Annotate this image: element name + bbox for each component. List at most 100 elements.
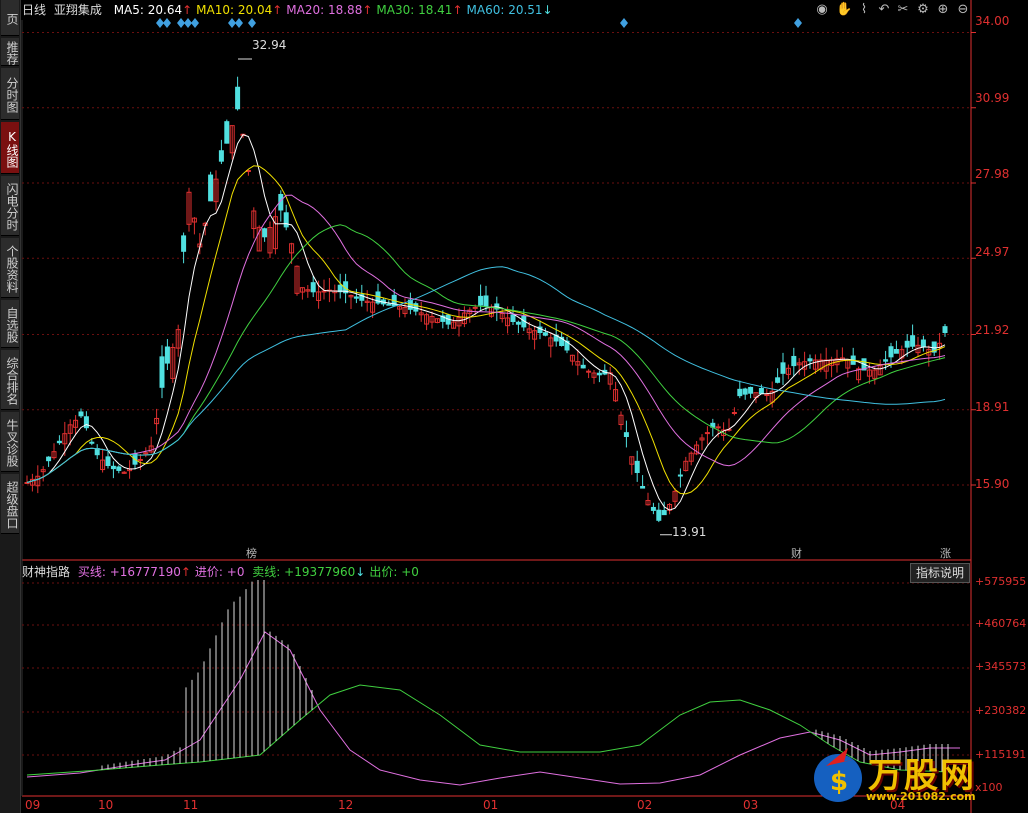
signal-diamond-icon xyxy=(248,18,256,28)
month-label: 11 xyxy=(183,798,199,812)
signal-diamond-icon xyxy=(235,18,243,28)
candle-up xyxy=(731,412,737,414)
candle-down xyxy=(164,346,170,364)
signal-diamond-icon xyxy=(163,18,171,28)
price-tick-label: 21.92 xyxy=(975,323,1010,337)
candle-down xyxy=(310,282,316,293)
candle-up xyxy=(321,290,327,293)
candle-down xyxy=(920,339,926,348)
indicator-tick-label: +575955 xyxy=(975,575,1027,588)
month-label: 10 xyxy=(98,798,114,812)
indicator-header: 财神指路 买线: +16777190↑ 进价: +0 卖线: +19377960↓… xyxy=(22,563,423,581)
candle-down xyxy=(181,235,187,252)
candle-down xyxy=(661,510,667,516)
candle-down xyxy=(515,321,521,325)
sell-line-arrow: ↓ xyxy=(355,565,366,579)
buy-line-arrow: ↑ xyxy=(180,565,191,579)
candle-down xyxy=(580,364,586,369)
candle-down xyxy=(235,86,241,110)
low-price-label: 13.91 xyxy=(672,525,707,539)
month-label: 09 xyxy=(25,798,41,812)
buy-line-value: 买线: +16777190 xyxy=(77,565,181,579)
candle-down xyxy=(791,355,797,367)
candle-down xyxy=(83,416,89,429)
price-tick-label: 18.91 xyxy=(975,400,1010,414)
candle-down xyxy=(677,474,683,477)
candle-down xyxy=(737,388,743,397)
candle-down xyxy=(904,340,910,348)
indicator-tick-label: +230382 xyxy=(975,704,1027,717)
price-tick-label: 24.97 xyxy=(975,245,1010,259)
signal-diamond-icon xyxy=(228,18,236,28)
candle-down xyxy=(262,228,268,238)
ma10-line xyxy=(26,165,946,495)
candle-down xyxy=(910,335,916,347)
candle-down xyxy=(208,174,214,202)
candle-down xyxy=(807,358,813,362)
price-tick-label: 15.90 xyxy=(975,477,1010,491)
candle-down xyxy=(46,456,52,462)
candle-down xyxy=(56,440,62,444)
candle-up xyxy=(704,432,710,435)
candle-up xyxy=(715,426,721,429)
candle-down xyxy=(224,121,230,144)
candle-down xyxy=(483,295,489,307)
candle-down xyxy=(510,314,516,323)
candle-down xyxy=(110,465,116,470)
candle-down xyxy=(650,506,656,511)
month-label: 02 xyxy=(637,798,653,812)
price-tick-label: 34.00 xyxy=(975,14,1010,28)
kline-chart[interactable] xyxy=(0,0,1028,813)
ma30-line xyxy=(26,224,946,483)
candle-up xyxy=(24,482,30,484)
candle-down xyxy=(893,349,899,354)
candle-down xyxy=(116,466,122,471)
event-tag-list[interactable]: 榜 xyxy=(246,545,257,561)
month-label: 01 xyxy=(483,798,499,812)
indicator-tick-label: +460764 xyxy=(975,617,1027,630)
candle-down xyxy=(640,485,646,489)
ma5-line xyxy=(26,133,946,511)
candle-down xyxy=(780,362,786,374)
candle-down xyxy=(775,377,781,383)
candle-down xyxy=(748,386,754,394)
exit-price-value: 出价: +0 xyxy=(369,565,419,579)
candle-down xyxy=(159,356,165,388)
sell-line-value: 卖线: +19377960 xyxy=(252,565,356,579)
candle-down xyxy=(888,346,894,358)
candle-down xyxy=(353,296,359,299)
event-tag-limit-up[interactable]: 涨 xyxy=(940,545,951,561)
candle-down xyxy=(758,388,764,395)
candle-down xyxy=(386,303,392,306)
candle-down xyxy=(89,441,95,444)
signal-diamond-icon xyxy=(794,18,802,28)
candle-down xyxy=(883,359,889,362)
signal-diamond-icon xyxy=(184,18,192,28)
month-label: 12 xyxy=(338,798,354,812)
candle-down xyxy=(218,150,224,162)
indicator-explain-button[interactable]: 指标说明 xyxy=(910,563,970,583)
ma20-line xyxy=(26,194,946,483)
candle-down xyxy=(656,509,662,521)
candle-down xyxy=(478,295,484,306)
signal-diamond-icon xyxy=(191,18,199,28)
month-label: 03 xyxy=(743,798,759,812)
logo-url: www.201082.com xyxy=(866,790,976,803)
candle-down xyxy=(942,326,948,334)
event-tag-finance[interactable]: 财 xyxy=(791,545,802,561)
candle-up xyxy=(586,370,592,373)
svg-text:$: $ xyxy=(830,767,848,797)
price-tick-label: 27.98 xyxy=(975,167,1010,181)
candle-down xyxy=(78,411,84,417)
indicator-name[interactable]: 财神指路 xyxy=(22,565,70,579)
indicator-tick-label: +345573 xyxy=(975,660,1027,673)
signal-diamond-icon xyxy=(177,18,185,28)
candle-down xyxy=(542,332,548,336)
candle-down xyxy=(105,456,111,466)
candle-down xyxy=(596,372,602,376)
candle-down xyxy=(283,212,289,228)
enter-price-value: 进价: +0 xyxy=(194,565,245,579)
candle-up xyxy=(137,459,143,461)
candle-up xyxy=(764,393,770,396)
high-price-label: 32.94 xyxy=(252,38,287,52)
